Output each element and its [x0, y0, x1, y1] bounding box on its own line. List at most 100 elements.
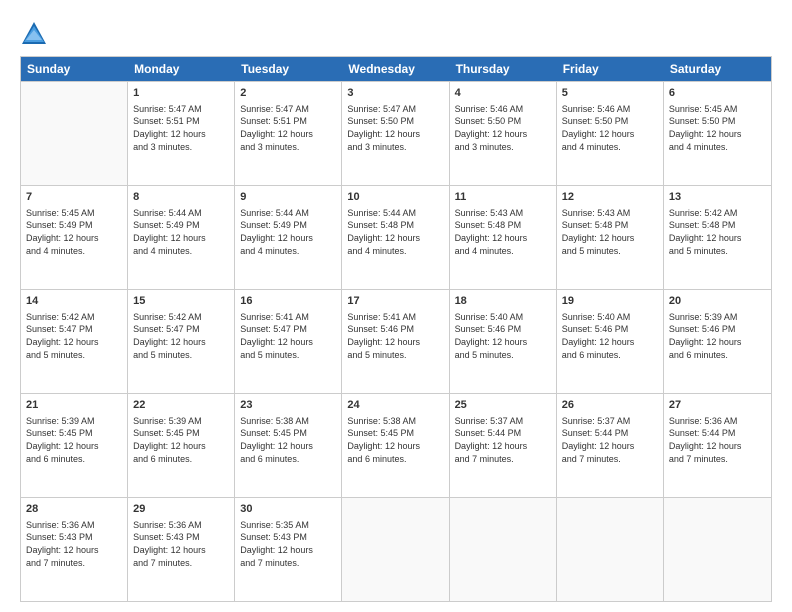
cal-cell: 11Sunrise: 5:43 AMSunset: 5:48 PMDayligh…	[450, 186, 557, 289]
cal-cell	[342, 498, 449, 601]
day-info: Sunrise: 5:46 AMSunset: 5:50 PMDaylight:…	[562, 103, 658, 153]
header-day-sunday: Sunday	[21, 57, 128, 81]
cal-cell: 14 Sunrise: 5:42 AMSunset: 5:47 PMDayligh…	[21, 290, 128, 393]
day-info: Sunrise: 5:44 AMSunset: 5:49 PMDaylight:…	[240, 207, 336, 257]
day-info: Sunrise: 5:47 AMSunset: 5:50 PMDaylight:…	[347, 103, 443, 153]
day-info: Sunrise: 5:37 AMSunset: 5:44 PMDaylight:…	[455, 415, 551, 465]
day-number: 13	[669, 190, 766, 205]
day-info: Sunrise: 5:47 AMSunset: 5:51 PMDaylight:…	[240, 103, 336, 153]
day-number: 26	[562, 398, 658, 413]
header-day-thursday: Thursday	[450, 57, 557, 81]
day-number: 23	[240, 398, 336, 413]
day-number: 15	[133, 294, 229, 309]
cal-cell: 18 Sunrise: 5:40 AMSunset: 5:46 PMDayligh…	[450, 290, 557, 393]
day-number: 21	[26, 398, 122, 413]
cal-cell: 9 Sunrise: 5:44 AMSunset: 5:49 PMDaylight…	[235, 186, 342, 289]
day-info: Sunrise: 5:37 AMSunset: 5:44 PMDaylight:…	[562, 415, 658, 465]
cal-cell: 15 Sunrise: 5:42 AMSunset: 5:47 PMDayligh…	[128, 290, 235, 393]
day-number: 10	[347, 190, 443, 205]
day-info: Sunrise: 5:36 AMSunset: 5:44 PMDaylight:…	[669, 415, 766, 465]
day-info: Sunrise: 5:41 AMSunset: 5:46 PMDaylight:…	[347, 311, 443, 361]
day-number: 20	[669, 294, 766, 309]
cal-cell: 28 Sunrise: 5:36 AMSunset: 5:43 PMDayligh…	[21, 498, 128, 601]
day-info: Sunrise: 5:38 AMSunset: 5:45 PMDaylight:…	[240, 415, 336, 465]
cal-row-5: 28 Sunrise: 5:36 AMSunset: 5:43 PMDayligh…	[21, 497, 771, 601]
cal-cell: 12 Sunrise: 5:43 AMSunset: 5:48 PMDayligh…	[557, 186, 664, 289]
cal-cell: 8 Sunrise: 5:44 AMSunset: 5:49 PMDaylight…	[128, 186, 235, 289]
header-day-wednesday: Wednesday	[342, 57, 449, 81]
cal-row-3: 14 Sunrise: 5:42 AMSunset: 5:47 PMDayligh…	[21, 289, 771, 393]
day-info: Sunrise: 5:35 AMSunset: 5:43 PMDaylight:…	[240, 519, 336, 569]
cal-cell: 7 Sunrise: 5:45 AMSunset: 5:49 PMDaylight…	[21, 186, 128, 289]
day-info: Sunrise: 5:44 AMSunset: 5:48 PMDaylight:…	[347, 207, 443, 257]
cal-cell: 26 Sunrise: 5:37 AMSunset: 5:44 PMDayligh…	[557, 394, 664, 497]
day-number: 7	[26, 190, 122, 205]
cal-cell	[21, 82, 128, 185]
day-info: Sunrise: 5:42 AMSunset: 5:47 PMDaylight:…	[133, 311, 229, 361]
cal-cell: 3 Sunrise: 5:47 AMSunset: 5:50 PMDaylight…	[342, 82, 449, 185]
logo-icon	[20, 20, 48, 48]
header-day-monday: Monday	[128, 57, 235, 81]
day-number: 29	[133, 502, 229, 517]
logo	[20, 20, 52, 48]
cal-cell: 1 Sunrise: 5:47 AMSunset: 5:51 PMDaylight…	[128, 82, 235, 185]
cal-row-2: 7 Sunrise: 5:45 AMSunset: 5:49 PMDaylight…	[21, 185, 771, 289]
day-number: 5	[562, 86, 658, 101]
day-number: 14	[26, 294, 122, 309]
day-number: 27	[669, 398, 766, 413]
day-number: 17	[347, 294, 443, 309]
cal-cell: 27 Sunrise: 5:36 AMSunset: 5:44 PMDayligh…	[664, 394, 771, 497]
cal-row-4: 21 Sunrise: 5:39 AMSunset: 5:45 PMDayligh…	[21, 393, 771, 497]
day-number: 1	[133, 86, 229, 101]
cal-cell	[557, 498, 664, 601]
day-number: 3	[347, 86, 443, 101]
day-number: 2	[240, 86, 336, 101]
day-info: Sunrise: 5:42 AMSunset: 5:47 PMDaylight:…	[26, 311, 122, 361]
day-info: Sunrise: 5:40 AMSunset: 5:46 PMDaylight:…	[562, 311, 658, 361]
calendar: SundayMondayTuesdayWednesdayThursdayFrid…	[20, 56, 772, 602]
cal-cell	[664, 498, 771, 601]
day-info: Sunrise: 5:41 AMSunset: 5:47 PMDaylight:…	[240, 311, 336, 361]
cal-cell	[450, 498, 557, 601]
day-info: Sunrise: 5:40 AMSunset: 5:46 PMDaylight:…	[455, 311, 551, 361]
day-info: Sunrise: 5:47 AMSunset: 5:51 PMDaylight:…	[133, 103, 229, 153]
cal-cell: 24 Sunrise: 5:38 AMSunset: 5:45 PMDayligh…	[342, 394, 449, 497]
day-number: 18	[455, 294, 551, 309]
day-info: Sunrise: 5:43 AMSunset: 5:48 PMDaylight:…	[562, 207, 658, 257]
header-day-saturday: Saturday	[664, 57, 771, 81]
day-info: Sunrise: 5:46 AMSunset: 5:50 PMDaylight:…	[455, 103, 551, 153]
cal-cell: 16Sunrise: 5:41 AMSunset: 5:47 PMDayligh…	[235, 290, 342, 393]
page: SundayMondayTuesdayWednesdayThursdayFrid…	[0, 0, 792, 612]
cal-cell: 4Sunrise: 5:46 AMSunset: 5:50 PMDaylight…	[450, 82, 557, 185]
day-number: 12	[562, 190, 658, 205]
day-number: 8	[133, 190, 229, 205]
cal-cell: 5 Sunrise: 5:46 AMSunset: 5:50 PMDaylight…	[557, 82, 664, 185]
cal-cell: 17 Sunrise: 5:41 AMSunset: 5:46 PMDayligh…	[342, 290, 449, 393]
day-number: 28	[26, 502, 122, 517]
day-info: Sunrise: 5:42 AMSunset: 5:48 PMDaylight:…	[669, 207, 766, 257]
day-number: 24	[347, 398, 443, 413]
cal-cell: 25 Sunrise: 5:37 AMSunset: 5:44 PMDayligh…	[450, 394, 557, 497]
day-number: 30	[240, 502, 336, 517]
calendar-header: SundayMondayTuesdayWednesdayThursdayFrid…	[21, 57, 771, 81]
day-number: 9	[240, 190, 336, 205]
day-number: 25	[455, 398, 551, 413]
day-info: Sunrise: 5:45 AMSunset: 5:50 PMDaylight:…	[669, 103, 766, 153]
day-info: Sunrise: 5:43 AMSunset: 5:48 PMDaylight:…	[455, 207, 551, 257]
cal-cell: 21 Sunrise: 5:39 AMSunset: 5:45 PMDayligh…	[21, 394, 128, 497]
header	[20, 16, 772, 48]
day-info: Sunrise: 5:39 AMSunset: 5:46 PMDaylight:…	[669, 311, 766, 361]
day-info: Sunrise: 5:36 AMSunset: 5:43 PMDaylight:…	[26, 519, 122, 569]
cal-cell: 22 Sunrise: 5:39 AMSunset: 5:45 PMDayligh…	[128, 394, 235, 497]
day-number: 19	[562, 294, 658, 309]
day-number: 22	[133, 398, 229, 413]
cal-cell: 23 Sunrise: 5:38 AMSunset: 5:45 PMDayligh…	[235, 394, 342, 497]
cal-cell: 2 Sunrise: 5:47 AMSunset: 5:51 PMDaylight…	[235, 82, 342, 185]
day-info: Sunrise: 5:36 AMSunset: 5:43 PMDaylight:…	[133, 519, 229, 569]
day-info: Sunrise: 5:44 AMSunset: 5:49 PMDaylight:…	[133, 207, 229, 257]
day-info: Sunrise: 5:45 AMSunset: 5:49 PMDaylight:…	[26, 207, 122, 257]
day-info: Sunrise: 5:39 AMSunset: 5:45 PMDaylight:…	[133, 415, 229, 465]
day-info: Sunrise: 5:39 AMSunset: 5:45 PMDaylight:…	[26, 415, 122, 465]
day-info: Sunrise: 5:38 AMSunset: 5:45 PMDaylight:…	[347, 415, 443, 465]
header-day-tuesday: Tuesday	[235, 57, 342, 81]
